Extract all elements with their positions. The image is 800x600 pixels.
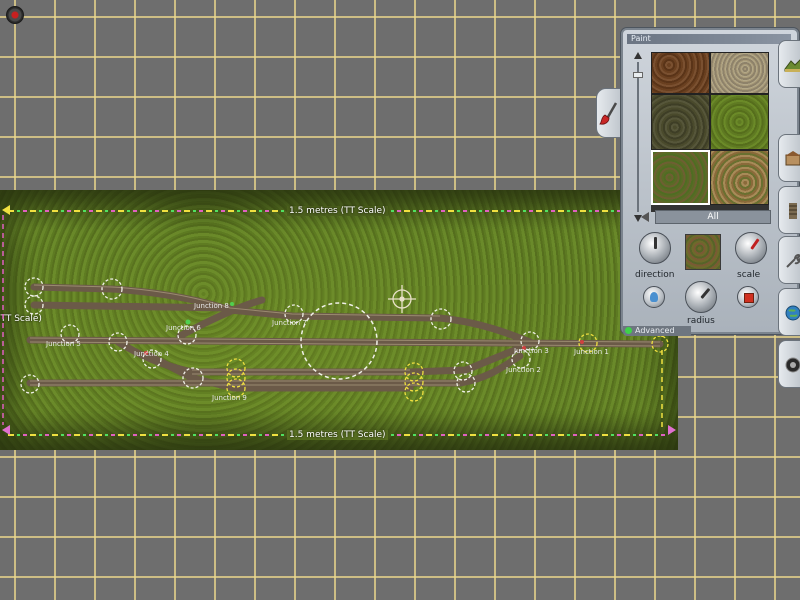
advanced-status-icon (625, 327, 632, 334)
texture-grass-green[interactable] (710, 94, 769, 150)
tab-tools[interactable] (778, 236, 800, 284)
scale-knob[interactable] (735, 232, 767, 264)
junction-label-9: Junction 9 (211, 394, 247, 402)
junction-label-3: Junction 3 (513, 347, 549, 355)
texture-dry-patchy-dirt[interactable] (710, 150, 769, 205)
tools-icon (786, 254, 800, 268)
junction-label-2: Junction 2 (505, 366, 541, 374)
junction-label-8: Junction 8 (193, 302, 229, 310)
texture-grid (651, 52, 769, 212)
junction-label-1: Junction 1 (573, 348, 609, 356)
dimension-arrow-bottom-right (668, 425, 676, 435)
scroll-up-icon[interactable] (634, 52, 642, 59)
track-lower-1 (114, 338, 534, 376)
terrain-icon (784, 59, 800, 72)
tab-track[interactable] (778, 186, 800, 234)
advanced-toggle[interactable]: Advanced (623, 326, 691, 336)
fill-button[interactable] (737, 286, 759, 308)
tab-globe[interactable] (778, 288, 800, 336)
settings-icon (785, 357, 800, 373)
paint-panel: Paint All direction scale radius Advance… (621, 28, 799, 336)
direction-label: direction (635, 270, 675, 280)
category-dropdown[interactable]: All (655, 210, 771, 224)
radius-knob[interactable] (685, 281, 717, 313)
smooth-button[interactable] (643, 286, 665, 308)
texture-preview (685, 234, 721, 270)
radius-label: radius (687, 316, 715, 326)
building-icon (785, 151, 800, 166)
junction-label-4: Junction 4 (133, 350, 169, 358)
scale-label: scale (737, 270, 761, 280)
tab-settings[interactable] (778, 340, 800, 388)
track-icon (789, 203, 797, 219)
panel-title: Paint (627, 34, 791, 44)
advanced-label: Advanced (635, 326, 675, 335)
globe-icon (785, 305, 800, 321)
track-upper-1 (30, 283, 534, 346)
crosshair-cursor-icon (388, 285, 416, 313)
junction-label-7: Junction 7 (271, 319, 307, 327)
texture-gravel-sand[interactable] (710, 52, 769, 94)
tab-buildings[interactable] (778, 134, 800, 182)
texture-grass-dirt-mix[interactable] (651, 150, 710, 205)
category-prev-icon[interactable] (641, 212, 649, 222)
tab-terrain[interactable] (778, 40, 800, 88)
texture-scrollbar[interactable] (633, 52, 643, 222)
category-selector: All (641, 210, 787, 224)
junction-label-5: Junction 5 (45, 340, 81, 348)
dimension-arrow-bottom-left (2, 425, 10, 435)
direction-knob[interactable] (639, 232, 671, 264)
scroll-thumb[interactable] (633, 72, 643, 78)
texture-dirt-brown[interactable] (651, 52, 710, 94)
junction-label-6: Junction 6 (165, 324, 201, 332)
dimension-arrow-top-left (2, 205, 10, 215)
texture-dark-moss[interactable] (651, 94, 710, 150)
